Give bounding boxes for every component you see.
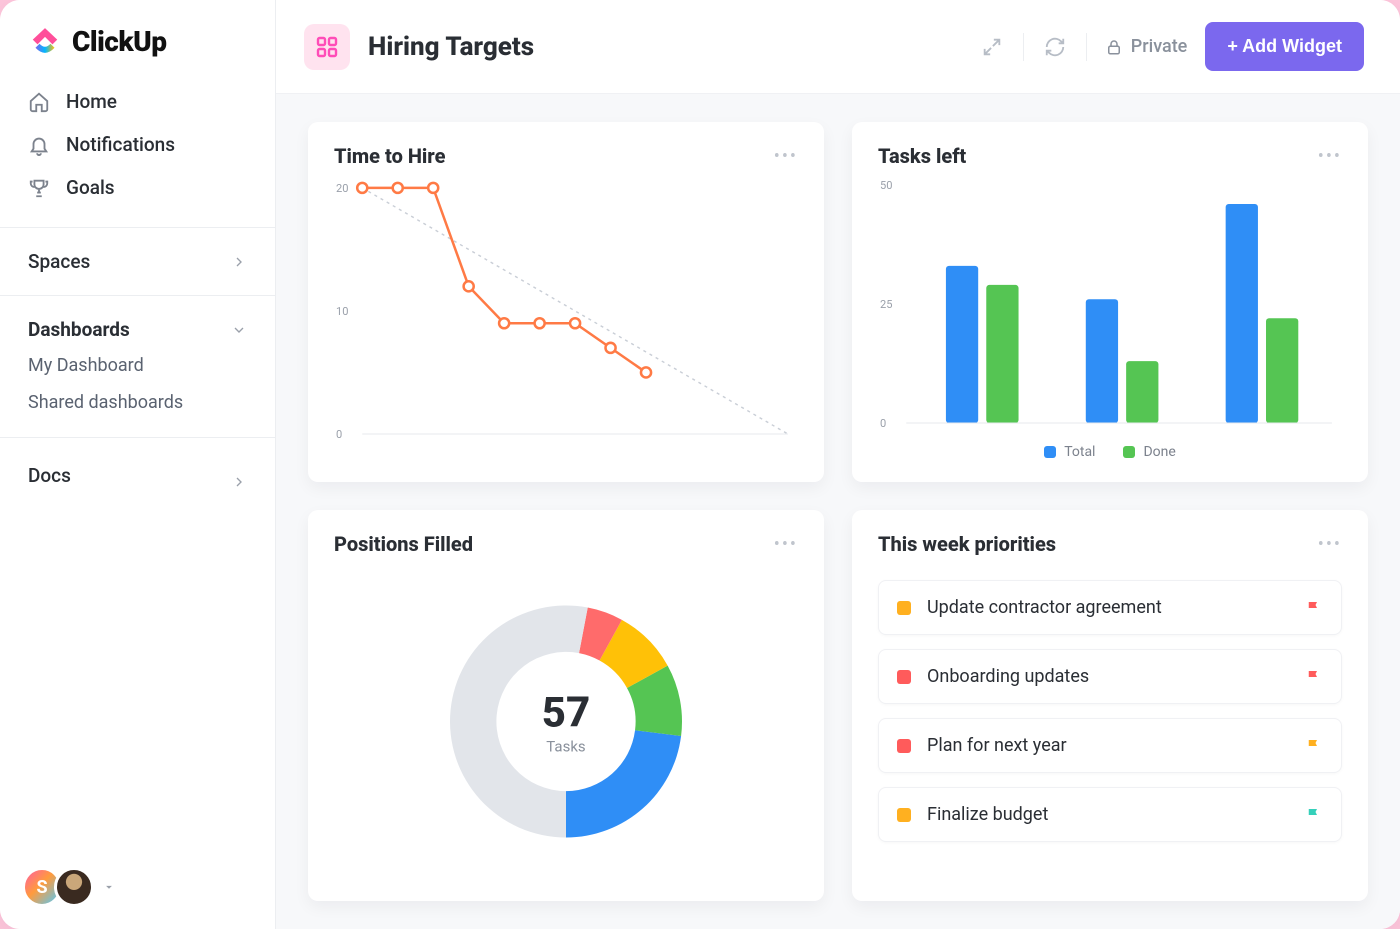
add-widget-button[interactable]: + Add Widget [1205,22,1364,71]
widget-title: Positions Filled [334,532,473,556]
priority-row[interactable]: Onboarding updates [878,649,1342,704]
priority-label: Onboarding updates [927,666,1289,687]
widget-title: Time to Hire [334,144,445,168]
widget-positions-filled: Positions Filled ••• 57 Tasks [308,510,824,901]
svg-text:20: 20 [336,182,348,195]
priority-label: Finalize budget [927,804,1289,825]
clickup-logo-icon [28,24,62,58]
user-avatar-menu[interactable]: S [22,867,116,907]
flag-icon [1305,737,1323,755]
chevron-right-icon [231,474,247,490]
legend-label: Total [1064,444,1095,460]
sidebar-item-home[interactable]: Home [0,80,275,123]
flag-icon [1305,806,1323,824]
widget-menu-button[interactable]: ••• [1318,534,1342,555]
widget-title: Tasks left [878,144,966,168]
dashboard-canvas: Time to Hire ••• 0 10 20 Tasks left ••• 0 2… [276,94,1400,929]
widget-tasks-left: Tasks left ••• 0 25 50 Total Done [852,122,1368,482]
sidebar-section-header-docs[interactable]: Docs [0,454,275,496]
widget-time-to-hire: Time to Hire ••• 0 10 20 [308,122,824,482]
sidebar-subitem-my-dashboard[interactable]: My Dashboard [0,347,275,384]
status-square [897,808,911,822]
brand-logo[interactable]: ClickUp [0,0,275,76]
lock-icon [1105,38,1123,56]
sidebar-item-label: Goals [66,176,115,199]
sidebar-subitem-shared-dashboards[interactable]: Shared dashboards [0,384,275,421]
bar-legend: Total Done [878,438,1342,460]
priority-label: Plan for next year [927,735,1289,756]
section-label: Dashboards [28,318,130,341]
svg-text:0: 0 [336,428,342,441]
home-icon [28,91,50,113]
grid-icon [315,35,339,59]
main: Hiring Targets Private + Add Widget Time… [276,0,1400,929]
caret-down-icon [102,880,116,894]
widget-menu-button[interactable]: ••• [774,146,798,167]
privacy-toggle[interactable]: Private [1105,36,1188,57]
chevron-right-icon [231,254,247,270]
expand-button[interactable] [979,34,1005,60]
sidebar-section-dashboards: Dashboards My Dashboard Shared dashboard… [0,295,275,437]
section-label: Docs [28,464,71,487]
sidebar-item-label: Notifications [66,133,175,156]
widget-menu-button[interactable]: ••• [1318,146,1342,167]
legend-swatch [1044,446,1056,458]
sidebar-section-spaces: Spaces [0,227,275,295]
widget-menu-button[interactable]: ••• [774,534,798,555]
priority-row[interactable]: Plan for next year [878,718,1342,773]
topbar: Hiring Targets Private + Add Widget [276,0,1400,94]
flag-icon [1305,599,1323,617]
donut-chart: 57 Tasks [334,564,798,879]
legend-item-total: Total [1044,444,1095,460]
avatar-photo [54,867,94,907]
section-label: Spaces [28,250,90,273]
status-square [897,670,911,684]
sidebar-section-header-spaces[interactable]: Spaces [0,244,275,279]
svg-text:25: 25 [880,298,892,311]
status-square [897,601,911,615]
legend-item-done: Done [1123,444,1175,460]
status-square [897,739,911,753]
priority-row[interactable]: Update contractor agreement [878,580,1342,635]
line-chart: 0 10 20 [334,176,798,460]
brand-name: ClickUp [72,25,167,58]
svg-text:50: 50 [880,179,892,192]
sidebar-section-docs: Docs [0,437,275,512]
page-title: Hiring Targets [368,32,534,62]
trophy-icon [28,177,50,199]
app-window: ClickUp Home Notifications Goals Spaces [0,0,1400,929]
sidebar: ClickUp Home Notifications Goals Spaces [0,0,276,929]
bar-chart: 0 25 50 [878,176,1342,438]
sidebar-item-label: Home [66,90,117,113]
priority-label: Update contractor agreement [927,597,1289,618]
sidebar-item-notifications[interactable]: Notifications [0,123,275,166]
legend-swatch [1123,446,1135,458]
priorities-list: Update contractor agreement Onboarding u… [878,580,1342,842]
svg-text:0: 0 [880,417,886,430]
refresh-icon [1044,36,1066,58]
priority-row[interactable]: Finalize budget [878,787,1342,842]
svg-text:10: 10 [336,305,348,318]
bell-icon [28,134,50,156]
chevron-down-icon [231,322,247,338]
expand-icon [981,36,1003,58]
flag-icon [1305,668,1323,686]
sidebar-item-goals[interactable]: Goals [0,166,275,209]
nav-primary: Home Notifications Goals [0,76,275,227]
dashboard-icon [304,24,350,70]
privacy-label: Private [1131,36,1188,57]
sidebar-section-header-dashboards[interactable]: Dashboards [0,312,275,347]
legend-label: Done [1143,444,1175,460]
refresh-button[interactable] [1042,34,1068,60]
widget-priorities: This week priorities ••• Update contract… [852,510,1368,901]
widget-title: This week priorities [878,532,1056,556]
